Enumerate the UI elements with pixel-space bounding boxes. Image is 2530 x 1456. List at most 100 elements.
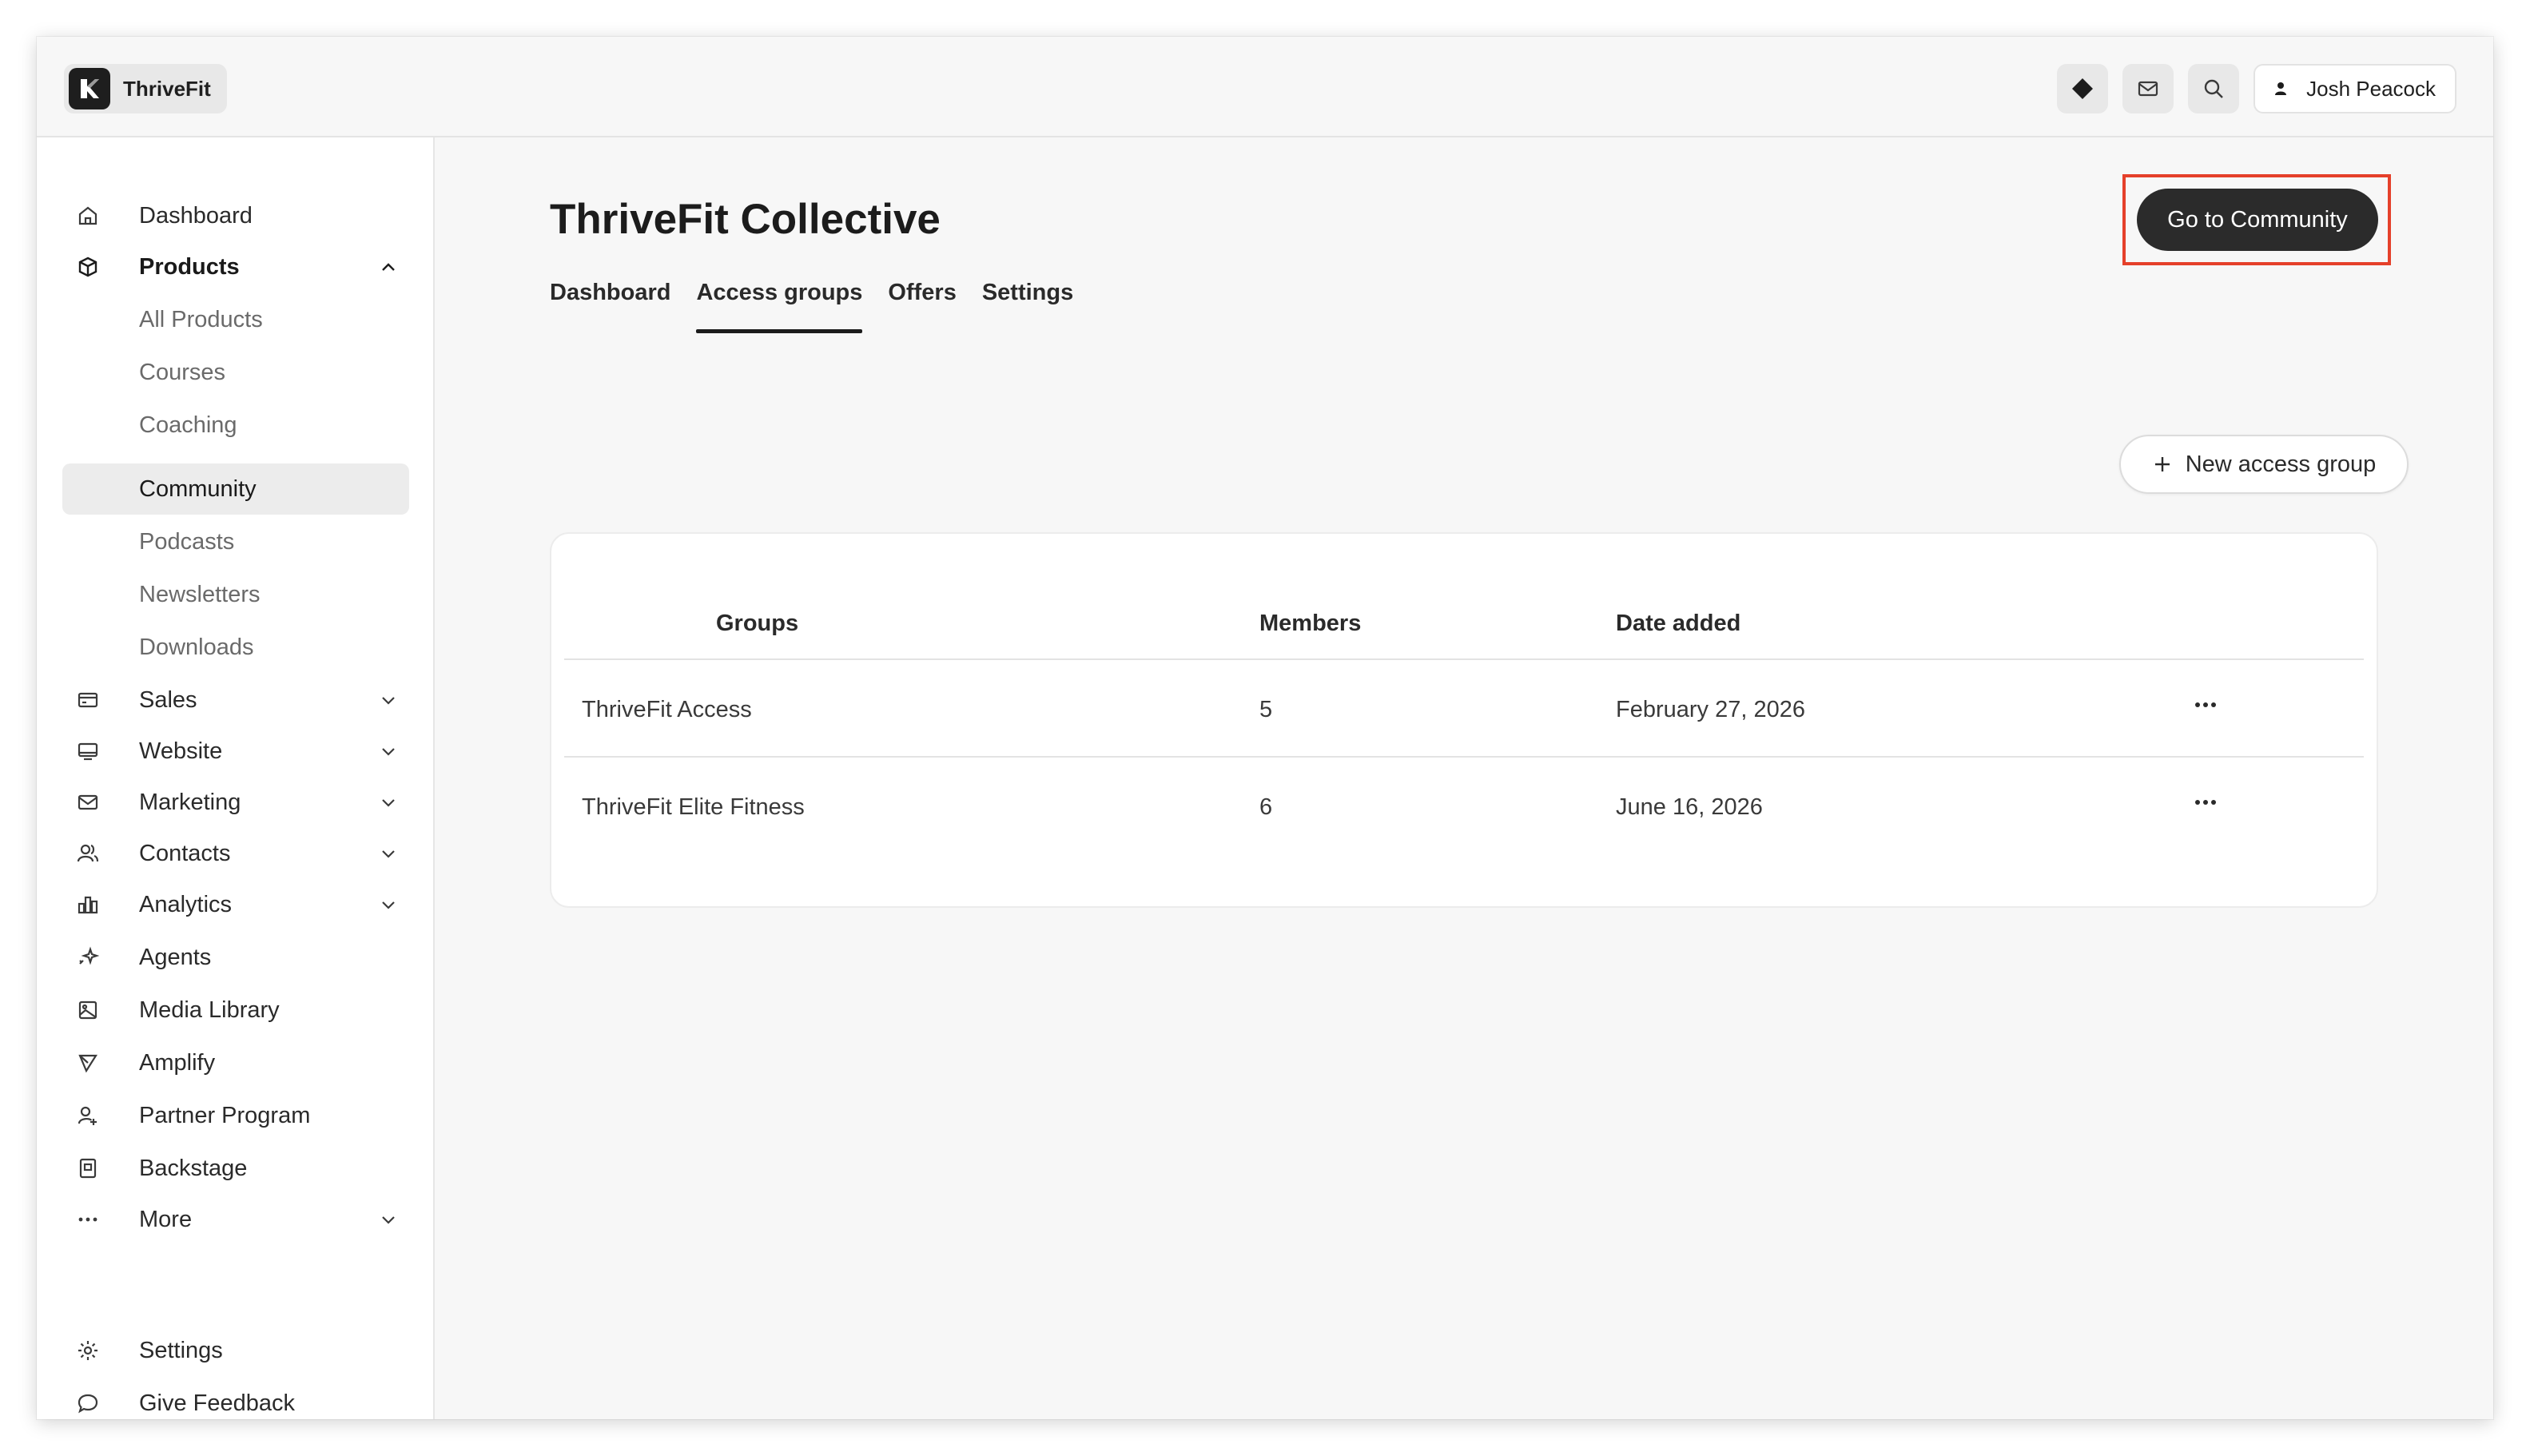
sidebar-subitem-label: Community — [139, 476, 257, 502]
chevron-up-icon[interactable] — [377, 256, 400, 278]
chevron-down-icon[interactable] — [377, 842, 400, 865]
chat-bubble-icon — [75, 1390, 101, 1416]
sidebar-item-analytics[interactable]: Analytics — [62, 879, 409, 930]
sidebar-item-label: Sales — [139, 686, 197, 713]
chevron-down-icon[interactable] — [377, 689, 400, 711]
sidebar-subitem-podcasts[interactable]: Podcasts — [62, 516, 409, 567]
sidebar-subitem-label: Podcasts — [139, 529, 235, 555]
sidebar-subitem-label: All Products — [139, 307, 263, 332]
user-name: Josh Peacock — [2306, 76, 2436, 101]
sidebar-item-label: Website — [139, 738, 223, 764]
access-groups-table: Groups Members Date added ThriveFit Acce… — [550, 532, 2378, 908]
credit-card-icon — [75, 687, 101, 713]
top-bar: ThriveFit Josh Peacock — [37, 37, 2493, 137]
sidebar: Dashboard Products All Products Courses … — [37, 137, 435, 1419]
sidebar-item-label: Partner Program — [139, 1102, 311, 1128]
sidebar-item-label: More — [139, 1206, 193, 1232]
more-dots-icon — [75, 1207, 101, 1232]
avatar — [2266, 74, 2296, 103]
inbox-button[interactable] — [2122, 64, 2174, 113]
column-header-members[interactable]: Members — [1259, 611, 1361, 637]
gear-icon — [75, 1338, 101, 1363]
sidebar-item-media-library[interactable]: Media Library — [62, 985, 409, 1036]
column-header-date-added[interactable]: Date added — [1616, 611, 1740, 637]
send-icon — [75, 1050, 101, 1076]
brand-logo-icon — [69, 68, 110, 109]
sidebar-subitem-courses[interactable]: Courses — [62, 347, 409, 398]
sidebar-item-agents[interactable]: Agents — [62, 932, 409, 983]
backstage-icon — [75, 1156, 101, 1181]
row-actions-button[interactable] — [2190, 695, 2222, 714]
more-horizontal-icon — [2195, 800, 2216, 805]
user-menu-button[interactable]: Josh Peacock — [2254, 64, 2456, 113]
tab-access-groups[interactable]: Access groups — [696, 280, 862, 333]
new-access-group-label: New access group — [2185, 451, 2377, 477]
sidebar-subitem-community[interactable]: Community — [62, 463, 409, 515]
search-icon — [2204, 79, 2223, 98]
sidebar-item-label: Agents — [139, 944, 212, 970]
monitor-icon — [75, 738, 101, 764]
chevron-down-icon[interactable] — [377, 1208, 400, 1231]
chevron-down-icon[interactable] — [377, 740, 400, 762]
member-count: 6 — [1259, 794, 1273, 820]
sidebar-item-give-feedback[interactable]: Give Feedback — [62, 1378, 409, 1419]
date-added: February 27, 2026 — [1616, 697, 1805, 722]
sidebar-item-partner-program[interactable]: Partner Program — [62, 1090, 409, 1141]
partner-icon — [75, 1103, 101, 1128]
sidebar-item-website[interactable]: Website — [62, 726, 409, 777]
group-name[interactable]: ThriveFit Access — [582, 697, 752, 723]
sidebar-subitem-downloads[interactable]: Downloads — [62, 622, 409, 673]
sidebar-item-more[interactable]: More — [62, 1194, 409, 1245]
sidebar-subitem-coaching[interactable]: Coaching — [62, 400, 409, 451]
sidebar-subitem-label: Courses — [139, 360, 225, 385]
tab-dashboard[interactable]: Dashboard — [550, 280, 670, 333]
diamond-button[interactable] — [2057, 64, 2109, 113]
app-window: ThriveFit Josh Peacock Dashboard Product… — [37, 37, 2493, 1419]
sidebar-subitem-label: Downloads — [139, 635, 254, 660]
sidebar-item-backstage[interactable]: Backstage — [62, 1143, 409, 1194]
group-name[interactable]: ThriveFit Elite Fitness — [582, 794, 805, 821]
main-content: ThriveFit Collective Go to Community Das… — [435, 137, 2493, 1419]
image-icon — [75, 997, 101, 1023]
brand-switcher[interactable]: ThriveFit — [64, 64, 227, 113]
column-header-groups[interactable]: Groups — [716, 611, 798, 637]
diamond-icon — [2072, 78, 2094, 99]
table-divider — [564, 756, 2364, 758]
sidebar-item-label: Marketing — [139, 789, 241, 815]
new-access-group-button[interactable]: New access group — [2119, 435, 2409, 494]
sidebar-item-settings[interactable]: Settings — [62, 1325, 409, 1376]
sidebar-item-sales[interactable]: Sales — [62, 674, 409, 726]
sidebar-item-label: Products — [139, 253, 240, 280]
mail-icon — [2138, 81, 2158, 97]
brand-name: ThriveFit — [123, 76, 211, 101]
chevron-down-icon[interactable] — [377, 791, 400, 814]
users-icon — [75, 841, 101, 866]
more-horizontal-icon — [2195, 702, 2216, 707]
sidebar-item-marketing[interactable]: Marketing — [62, 777, 409, 828]
sidebar-subitem-label: Coaching — [139, 412, 237, 438]
sidebar-subitem-all-products[interactable]: All Products — [62, 294, 409, 345]
sidebar-item-products[interactable]: Products — [62, 241, 409, 292]
search-button[interactable] — [2188, 64, 2240, 113]
row-actions-button[interactable] — [2190, 793, 2222, 812]
sidebar-item-dashboard[interactable]: Dashboard — [62, 190, 409, 241]
sidebar-item-label: Media Library — [139, 997, 280, 1023]
chevron-down-icon[interactable] — [377, 893, 400, 916]
user-icon — [2275, 82, 2287, 95]
sidebar-subitem-newsletters[interactable]: Newsletters — [62, 569, 409, 620]
sidebar-item-label: Amplify — [139, 1049, 216, 1076]
tab-settings[interactable]: Settings — [982, 280, 1073, 333]
tab-offers[interactable]: Offers — [888, 280, 956, 333]
sidebar-item-contacts[interactable]: Contacts — [62, 828, 409, 879]
sidebar-subitem-label: Newsletters — [139, 582, 261, 607]
home-icon — [75, 203, 101, 229]
box-icon — [75, 254, 101, 280]
sparkles-icon — [75, 945, 101, 970]
date-added: June 16, 2026 — [1616, 794, 1763, 820]
plus-icon — [2154, 457, 2170, 471]
sidebar-item-amplify[interactable]: Amplify — [62, 1037, 409, 1088]
tab-bar: Dashboard Access groups Offers Settings — [550, 280, 1073, 333]
go-to-community-button[interactable]: Go to Community — [2137, 189, 2378, 251]
page-title: ThriveFit Collective — [550, 196, 941, 243]
sidebar-item-label: Backstage — [139, 1155, 248, 1181]
